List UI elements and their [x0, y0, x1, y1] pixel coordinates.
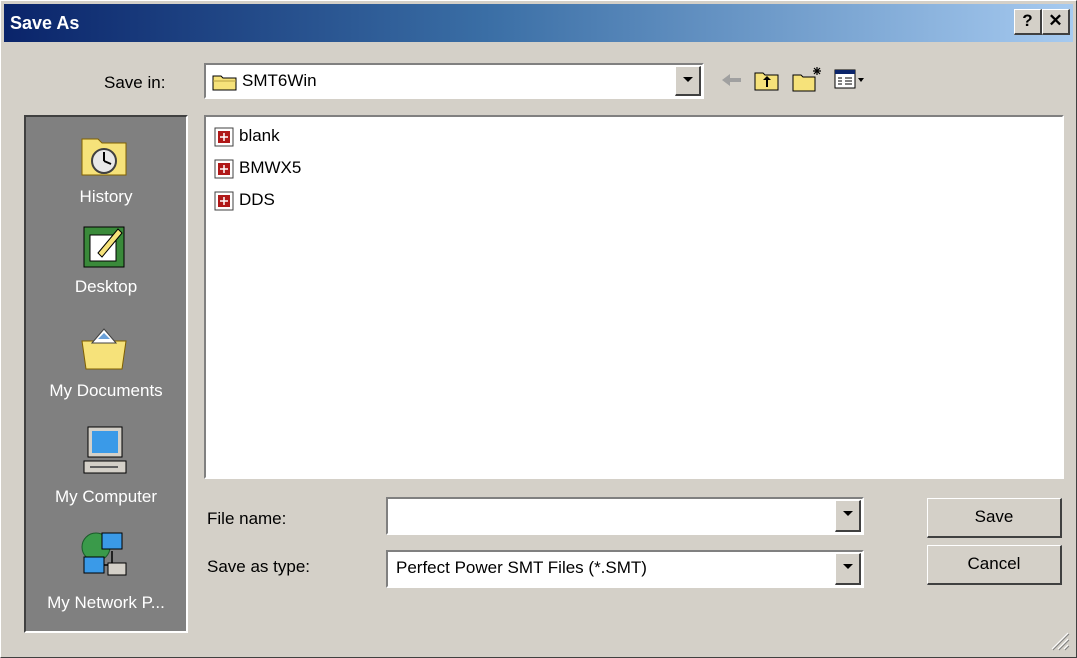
file-name-input[interactable]: [386, 497, 864, 535]
save-as-type-value: Perfect Power SMT Files (*.SMT): [396, 558, 647, 577]
places-desktop-label: Desktop: [74, 277, 138, 296]
file-list[interactable]: blank BMWX5 DDS: [204, 115, 1064, 479]
cancel-button[interactable]: Cancel: [927, 545, 1062, 585]
save-in-label: Save in:: [104, 73, 166, 92]
folder-icon: [212, 72, 238, 97]
my-documents-icon: [76, 323, 132, 371]
save-in-value: SMT6Win: [242, 71, 317, 90]
close-button[interactable]: ✕: [1042, 9, 1070, 35]
history-icon: [76, 131, 132, 179]
save-in-dropdown[interactable]: SMT6Win: [204, 63, 704, 99]
resize-grip-icon[interactable]: [1048, 629, 1070, 651]
save-as-dialog: Save As ? ✕ Save in: SMT6Win History Des…: [0, 0, 1077, 658]
places-my-computer[interactable]: My Computer: [26, 423, 186, 515]
save-button[interactable]: Save: [927, 498, 1062, 538]
places-my-network[interactable]: My Network P...: [26, 527, 186, 623]
save-as-type-dropdown-arrow[interactable]: [835, 553, 861, 585]
help-button[interactable]: ?: [1014, 9, 1042, 35]
places-my-documents[interactable]: My Documents: [26, 323, 186, 415]
title-bar[interactable]: Save As ? ✕: [4, 4, 1073, 42]
save-as-type-label: Save as type:: [207, 557, 311, 576]
network-places-icon: [76, 527, 132, 576]
smt-file-icon: [214, 159, 234, 179]
save-in-dropdown-arrow[interactable]: [675, 66, 701, 96]
places-bar: History Desktop My Documents My Computer…: [24, 115, 188, 633]
smt-file-icon: [214, 191, 234, 211]
my-computer-icon: [76, 423, 132, 474]
places-my-computer-label: My Computer: [54, 487, 158, 506]
up-folder-icon[interactable]: [753, 67, 781, 98]
places-my-network-label: My Network P...: [47, 593, 165, 612]
smt-file-icon: [214, 127, 234, 147]
file-name-label: File name:: [207, 509, 287, 528]
file-name-bmwx5: BMWX5: [239, 158, 302, 177]
file-name-dropdown-arrow[interactable]: [835, 500, 861, 532]
file-name-blank: blank: [239, 126, 280, 145]
save-as-type-dropdown[interactable]: Perfect Power SMT Files (*.SMT): [386, 550, 864, 588]
file-name-dds: DDS: [239, 190, 275, 209]
back-icon[interactable]: [719, 69, 745, 96]
view-menu-icon[interactable]: [833, 67, 867, 96]
new-folder-icon[interactable]: [791, 65, 823, 98]
desktop-icon: [76, 221, 132, 269]
places-history[interactable]: History: [26, 131, 186, 217]
places-history-label: History: [79, 187, 133, 206]
places-desktop[interactable]: Desktop: [26, 221, 186, 313]
window-title: Save As: [10, 13, 80, 33]
places-my-documents-label: My Documents: [49, 381, 163, 400]
